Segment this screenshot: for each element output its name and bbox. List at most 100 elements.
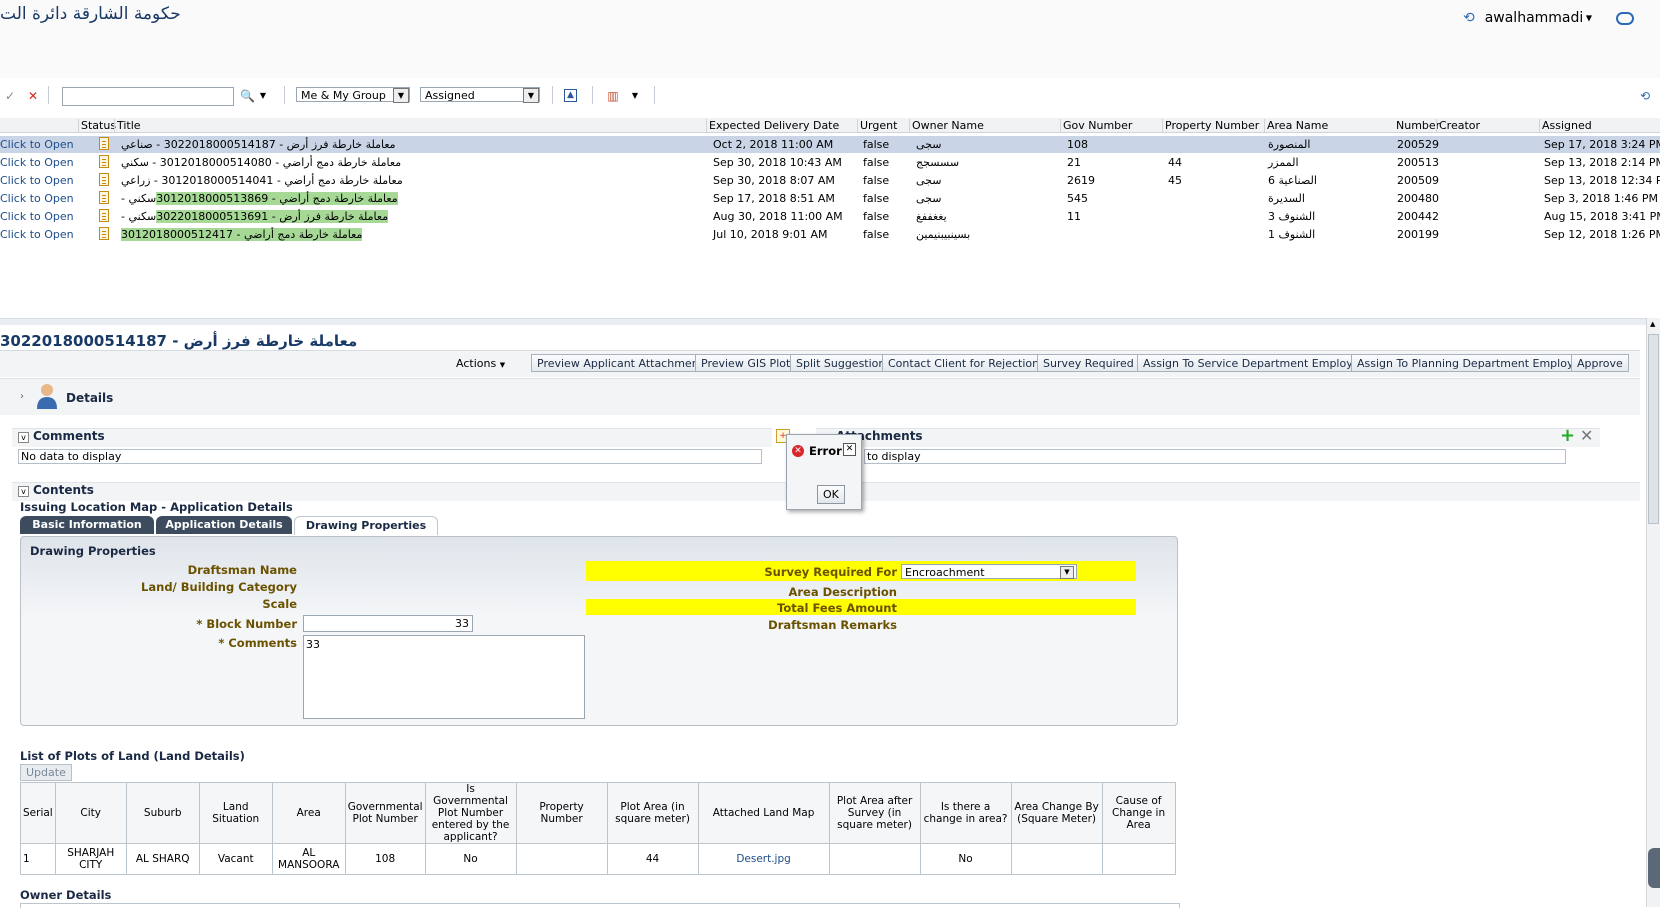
close-icon[interactable]: ✕ xyxy=(843,443,856,456)
attachments-section-header[interactable]: Attachments xyxy=(816,428,1600,447)
column-header-area-change-by[interactable]: Area Change By (Square Meter) xyxy=(1010,782,1103,844)
export-icon[interactable]: ▲ xyxy=(564,89,577,102)
action-bar: Actions ▼ Preview Applicant Attachments … xyxy=(0,350,1640,377)
column-header-area-name[interactable]: Area Name xyxy=(1264,119,1328,132)
task-gov-number: 545 xyxy=(1067,192,1088,205)
side-drawer-handle[interactable] xyxy=(1648,848,1660,888)
chart-icon[interactable]: ▥ xyxy=(606,89,620,103)
column-header-creator[interactable]: Creator xyxy=(1436,119,1480,132)
cell-gov-plot-number: 108 xyxy=(344,843,426,875)
search-icon[interactable]: 🔍 xyxy=(240,89,255,103)
chevron-down-icon[interactable]: ▼ xyxy=(256,89,270,103)
column-header-status[interactable]: Status xyxy=(78,119,116,132)
open-task-link[interactable]: Click to Open xyxy=(0,192,74,205)
reject-icon[interactable]: ✕ xyxy=(26,89,40,103)
cell-city: SHARJAH CITY xyxy=(54,843,127,875)
task-document-icon xyxy=(99,191,109,204)
user-menu[interactable]: awalhammadi ▼ xyxy=(1485,10,1592,26)
task-date: Sep 30, 2018 10:43 AM xyxy=(713,156,842,169)
survey-required-button[interactable]: Survey Required xyxy=(1037,354,1140,372)
owner-details-title: Owner Details xyxy=(20,888,112,902)
column-header-change-in-area[interactable]: Is there a change in area? xyxy=(919,782,1012,844)
tab-application-details[interactable]: Application Details xyxy=(156,516,292,534)
assign-service-dept-button[interactable]: Assign To Service Department Employee xyxy=(1137,354,1373,372)
column-header-gov-plot-number[interactable]: Governmental Plot Number xyxy=(344,782,426,844)
chevron-down-icon: ▼ xyxy=(523,88,539,103)
column-header-assigned[interactable]: Assigned xyxy=(1539,119,1592,132)
task-owner: سجى xyxy=(916,192,942,205)
task-row[interactable]: Click to Open معاملة خارطة دمج أراضي - 3… xyxy=(0,190,1660,207)
column-header-attached-land-map[interactable]: Attached Land Map xyxy=(697,782,830,844)
cell-plot-area: 44 xyxy=(606,843,699,875)
search-input[interactable] xyxy=(62,87,234,106)
column-header-city[interactable]: City xyxy=(54,782,127,844)
task-row[interactable]: Click to Open معاملة خارطة دمج أراضي - 3… xyxy=(0,154,1660,171)
column-header-property-number[interactable]: Property Number xyxy=(515,782,608,844)
task-row[interactable]: Click to Open معاملة خارطة فرز أرض - 302… xyxy=(0,136,1660,153)
task-document-icon xyxy=(99,155,109,168)
column-header-owner[interactable]: Owner Name xyxy=(909,119,984,132)
task-area: الشنوف 1 xyxy=(1268,228,1316,241)
expand-icon[interactable]: › xyxy=(20,391,24,402)
open-task-link[interactable]: Click to Open xyxy=(0,138,74,151)
refresh-icon[interactable]: ⟲ xyxy=(1638,89,1652,103)
split-suggestion-button[interactable]: Split Suggestion xyxy=(790,354,892,372)
vertical-scrollbar[interactable]: ▲ xyxy=(1646,318,1660,907)
approve-button[interactable]: Approve xyxy=(1571,354,1629,372)
task-row[interactable]: Click to Open معاملة خارطة دمج أراضي - 3… xyxy=(0,172,1660,189)
block-number-input[interactable] xyxy=(303,615,473,632)
open-task-link[interactable]: Click to Open xyxy=(0,156,74,169)
column-header-plot-area[interactable]: Plot Area (in square meter) xyxy=(606,782,699,844)
chevron-down-icon: ▼ xyxy=(1583,13,1592,23)
open-task-link[interactable]: Click to Open xyxy=(0,174,74,187)
refresh-icon[interactable]: ⟲ xyxy=(1463,10,1475,26)
land-map-link[interactable]: Desert.jpg xyxy=(697,843,830,875)
column-header-suburb[interactable]: Suburb xyxy=(125,782,200,844)
tab-drawing-properties[interactable]: Drawing Properties xyxy=(294,516,438,535)
update-button[interactable]: Update xyxy=(20,764,72,781)
scroll-thumb[interactable] xyxy=(1648,334,1659,524)
column-header-urgent[interactable]: Urgent xyxy=(857,119,897,132)
column-header-number[interactable]: Number xyxy=(1364,119,1440,132)
task-assigned: Sep 12, 2018 1:26 PM xyxy=(1544,228,1660,241)
contact-client-rejection-button[interactable]: Contact Client for Rejection xyxy=(882,354,1046,372)
column-header-cause-of-change[interactable]: Cause of Change in Area xyxy=(1101,782,1176,844)
task-row[interactable]: Click to Open معاملة خارطة دمج أراضي - 3… xyxy=(0,226,1660,243)
open-task-link[interactable]: Click to Open xyxy=(0,228,74,241)
column-header-plot-area-after-survey[interactable]: Plot Area after Survey (in square meter) xyxy=(828,782,921,844)
preview-gis-plot-button[interactable]: Preview GIS Plot xyxy=(695,354,797,372)
column-header-gov-number[interactable]: Gov Number xyxy=(1060,119,1132,132)
task-date: Oct 2, 2018 11:00 AM xyxy=(713,138,834,151)
task-row[interactable]: Click to Open معاملة خارطة فرز أرض - 302… xyxy=(0,208,1660,225)
column-header-expected-date[interactable]: Expected Delivery Date xyxy=(706,119,839,132)
comments-section-header[interactable]: v Comments xyxy=(12,428,772,447)
chevron-down-icon[interactable]: ▼ xyxy=(628,89,642,103)
assign-planning-dept-button[interactable]: Assign To Planning Department Employee xyxy=(1351,354,1593,372)
task-number: 200480 xyxy=(1397,192,1439,205)
tab-basic-information[interactable]: Basic Information xyxy=(20,516,154,534)
delete-attachment-icon[interactable]: ✕ xyxy=(1580,428,1593,444)
details-label: Details xyxy=(66,391,114,405)
state-select[interactable]: Assigned ▼ xyxy=(420,87,540,103)
scroll-up-icon[interactable]: ▲ xyxy=(1650,320,1655,328)
comments-textarea[interactable]: 33 xyxy=(303,635,585,719)
ok-button[interactable]: OK xyxy=(817,485,845,504)
column-header-title[interactable]: Title xyxy=(114,119,141,132)
collapse-icon[interactable]: v xyxy=(18,485,29,497)
task-title: معاملة خارطة فرز أرض - 3022018000514187 … xyxy=(121,138,396,151)
column-header-property-number[interactable]: Property Number xyxy=(1162,119,1259,132)
survey-required-select[interactable]: Encroachment ▼ xyxy=(901,564,1077,579)
column-header-area[interactable]: Area xyxy=(271,782,346,844)
preview-applicant-attachments-button[interactable]: Preview Applicant Attachments xyxy=(531,354,715,372)
open-task-link[interactable]: Click to Open xyxy=(0,210,74,223)
approve-icon[interactable]: ✓ xyxy=(3,89,17,103)
column-header-land-situation[interactable]: Land Situation xyxy=(198,782,273,844)
scope-select[interactable]: Me & My Group ▼ xyxy=(296,87,410,103)
column-header-serial[interactable]: Serial xyxy=(20,782,56,844)
column-header-gov-plot-entered[interactable]: Is Governmental Plot Number entered by t… xyxy=(424,782,517,844)
actions-menu[interactable]: Actions ▼ xyxy=(456,357,505,370)
collapse-icon[interactable]: v xyxy=(18,431,29,443)
add-attachment-icon[interactable]: + xyxy=(1560,427,1575,445)
survey-required-value: Encroachment xyxy=(905,566,985,579)
panel-splitter[interactable] xyxy=(0,318,1646,325)
